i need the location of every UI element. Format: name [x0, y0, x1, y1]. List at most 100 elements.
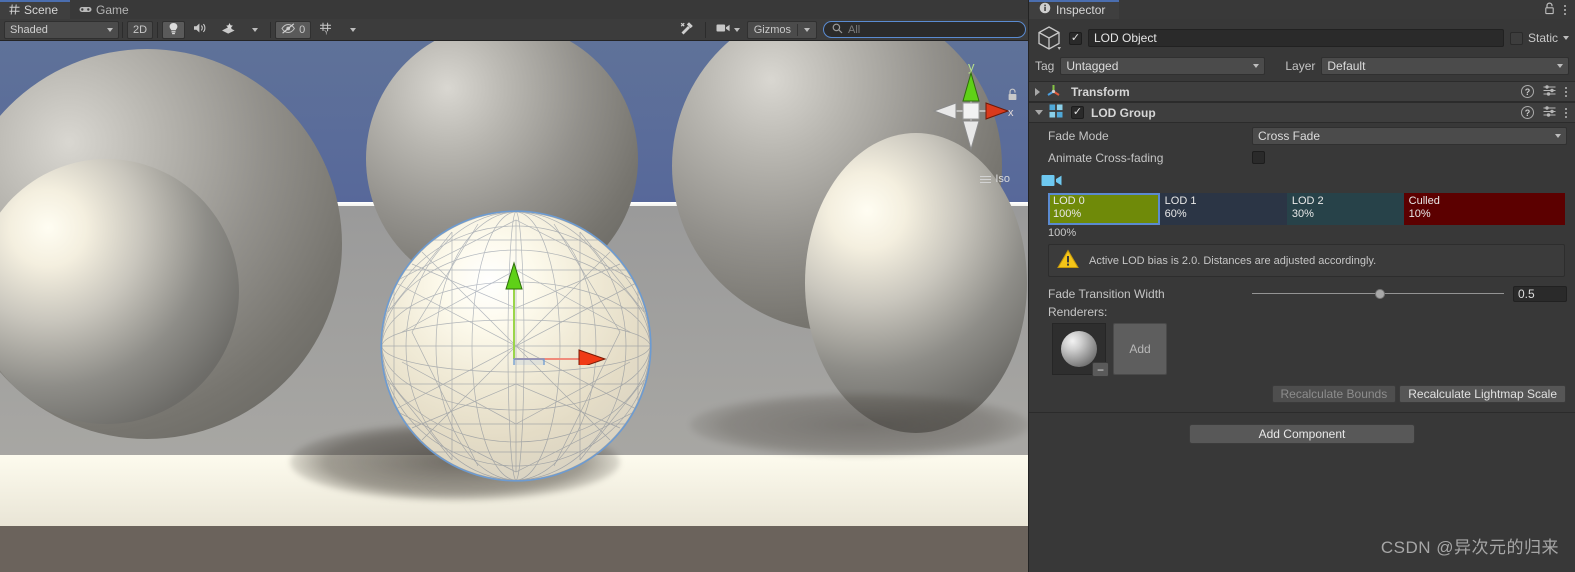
- grid-dropdown[interactable]: [342, 21, 364, 39]
- layer-label: Layer: [1285, 59, 1316, 73]
- inspector-tab-actions: [1544, 0, 1575, 19]
- scene-search-box[interactable]: All: [823, 21, 1026, 38]
- fade-mode-value: Cross Fade: [1258, 128, 1321, 143]
- fade-transition-row: Fade Transition Width 0.5: [1029, 284, 1575, 303]
- recalculate-lightmap-button[interactable]: Recalculate Lightmap Scale: [1399, 385, 1566, 403]
- foldout-arrow-icon[interactable]: [1035, 87, 1040, 96]
- transform-move-gizmo[interactable]: [455, 255, 655, 365]
- slider-knob[interactable]: [1375, 288, 1386, 299]
- lighting-toggle-button[interactable]: [162, 20, 186, 39]
- component-name-transform: Transform: [1071, 84, 1130, 99]
- add-renderer-button[interactable]: Add: [1113, 323, 1167, 375]
- component-header-transform[interactable]: Transform ?: [1029, 81, 1575, 102]
- lod-segment-1[interactable]: LOD 1 60%: [1159, 193, 1287, 225]
- preset-icon[interactable]: [1543, 105, 1556, 120]
- tab-scene[interactable]: Scene: [0, 0, 71, 19]
- preset-icon[interactable]: [1543, 84, 1556, 99]
- inspector-tab-label: Inspector: [1056, 2, 1106, 17]
- tag-dropdown[interactable]: Untagged: [1060, 57, 1266, 75]
- fade-mode-dropdown[interactable]: Cross Fade: [1252, 126, 1567, 145]
- gizmo-xy-plane: [513, 358, 545, 365]
- audio-toggle-button[interactable]: [187, 21, 213, 39]
- lod-segment-culled[interactable]: Culled 10%: [1403, 193, 1565, 225]
- renderer-slot[interactable]: −: [1052, 323, 1109, 377]
- kebab-menu-icon[interactable]: [1564, 4, 1566, 15]
- chevron-down-icon: [252, 27, 259, 32]
- toolbar-separator: [704, 21, 706, 38]
- lod-segment-2[interactable]: LOD 2 30%: [1286, 193, 1404, 225]
- scene-toolbar: Shaded 2D 0 Y Gizmos All: [0, 19, 1028, 41]
- lock-icon[interactable]: [1544, 1, 1555, 18]
- warning-text: Active LOD bias is 2.0. Distances are ad…: [1089, 254, 1377, 267]
- gizmos-dropdown[interactable]: [798, 27, 816, 32]
- help-icon[interactable]: ?: [1521, 85, 1534, 98]
- lod-bias-warning: Active LOD bias is 2.0. Distances are ad…: [1048, 244, 1565, 277]
- lod-group-enabled-checkbox[interactable]: [1071, 106, 1084, 119]
- add-component-button[interactable]: Add Component: [1189, 424, 1415, 444]
- component-header-lod-group[interactable]: LOD Group ?: [1029, 102, 1575, 123]
- animate-crossfading-checkbox[interactable]: [1252, 151, 1265, 164]
- chevron-down-icon: [733, 27, 740, 32]
- animate-crossfading-control: [1252, 151, 1567, 164]
- gameobject-header: LOD Object Static: [1029, 19, 1575, 52]
- renderers-label: Renderers:: [1048, 305, 1108, 319]
- menu-lines-icon: [980, 174, 992, 185]
- remove-renderer-label: −: [1096, 362, 1104, 377]
- effects-toggle-button[interactable]: [215, 21, 242, 39]
- static-checkbox[interactable]: [1509, 31, 1523, 45]
- kebab-menu-icon[interactable]: [1565, 86, 1567, 97]
- tab-game-label: Game: [96, 2, 129, 17]
- tab-inspector[interactable]: Inspector: [1029, 0, 1120, 19]
- lod-camera-marker[interactable]: [1041, 174, 1575, 191]
- cube-icon: [1035, 24, 1063, 52]
- gameobject-enabled-checkbox[interactable]: [1069, 31, 1082, 45]
- layer-dropdown[interactable]: Default: [1321, 57, 1569, 75]
- grid-visibility-button[interactable]: Y: [313, 21, 340, 39]
- tab-game[interactable]: Game: [70, 0, 141, 19]
- eye-slash-icon: [281, 22, 296, 37]
- recalculate-bounds-button[interactable]: Recalculate Bounds: [1271, 385, 1397, 403]
- lod-segment-percent: 100%: [1053, 208, 1082, 220]
- toggle-2d-button[interactable]: 2D: [127, 20, 154, 39]
- add-component-wrapper: Add Component: [1029, 413, 1575, 444]
- gizmos-label: Gizmos: [753, 23, 791, 36]
- effects-dropdown[interactable]: [244, 21, 266, 39]
- scene-orientation-label[interactable]: Iso: [980, 173, 1010, 185]
- lod-segment-0[interactable]: LOD 0 100%: [1048, 193, 1160, 225]
- search-input[interactable]: All: [848, 24, 860, 36]
- toolbar-separator: [122, 21, 123, 38]
- chevron-down-icon: [350, 27, 357, 32]
- gamepad-icon: [79, 5, 92, 14]
- effects-icon: [221, 22, 236, 38]
- gizmos-button[interactable]: Gizmos: [746, 20, 817, 39]
- speaker-icon: [193, 22, 207, 37]
- axis-y-label: y: [968, 59, 975, 74]
- static-control[interactable]: Static: [1509, 31, 1569, 45]
- help-icon[interactable]: ?: [1521, 106, 1534, 119]
- lod-level-bar[interactable]: LOD 0 100% LOD 1 60% LOD 2 30% Culled 10…: [1048, 193, 1565, 225]
- recalculate-bounds-label: Recalculate Bounds: [1280, 387, 1388, 401]
- foldout-arrow-icon[interactable]: [1035, 110, 1043, 115]
- grid-visibility-icon: Y: [319, 22, 334, 38]
- hidden-objects-button[interactable]: 0: [275, 20, 312, 39]
- scene-view-lock-icon[interactable]: [1007, 88, 1018, 104]
- chevron-down-icon: [1253, 64, 1260, 68]
- fade-transition-slider[interactable]: [1252, 287, 1504, 301]
- scene-viewport[interactable]: y x Iso: [0, 41, 1028, 572]
- grid-icon: [9, 4, 20, 15]
- scene-orientation-gizmo[interactable]: y x: [928, 53, 1014, 171]
- lod-segment-name: LOD 2: [1291, 195, 1324, 207]
- scene-tools-button[interactable]: [674, 21, 701, 39]
- kebab-menu-icon[interactable]: [1565, 107, 1567, 118]
- remove-renderer-button[interactable]: −: [1092, 362, 1109, 377]
- axis-x-label: x: [1008, 107, 1014, 119]
- recalculate-buttons-row: Recalculate Bounds Recalculate Lightmap …: [1029, 375, 1575, 403]
- fade-mode-row: Fade Mode Cross Fade: [1029, 126, 1575, 145]
- chevron-down-icon[interactable]: [1563, 36, 1569, 40]
- gameobject-name-field[interactable]: LOD Object: [1088, 29, 1504, 47]
- fade-transition-value-field[interactable]: 0.5: [1513, 285, 1567, 302]
- draw-mode-dropdown[interactable]: Shaded: [4, 20, 119, 39]
- scene-camera-button[interactable]: [710, 21, 746, 39]
- unity-editor-window: Scene Game Shaded 2D 0 Y Gizmos All y x …: [0, 0, 1575, 572]
- info-icon: [1039, 2, 1051, 17]
